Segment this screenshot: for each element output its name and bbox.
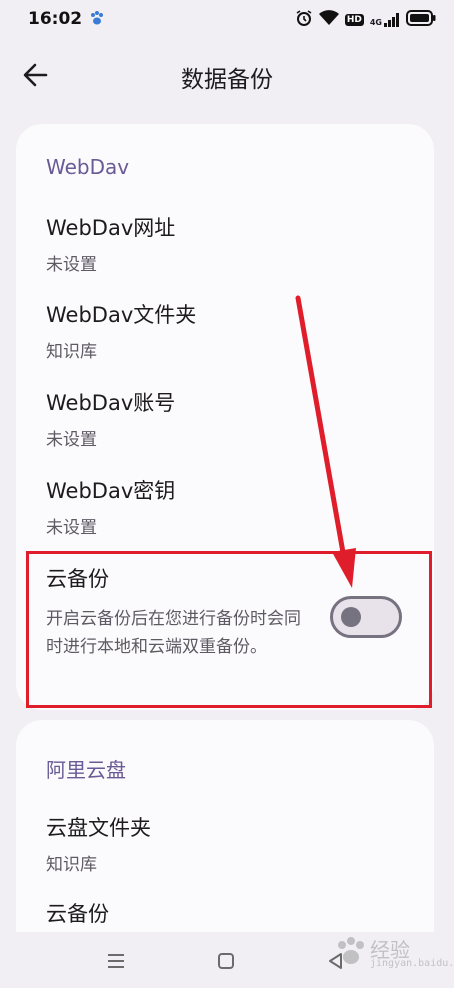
setting-title: WebDav网址 <box>46 216 176 240</box>
setting-webdav-account[interactable]: WebDav账号 未设置 <box>16 387 434 457</box>
menu-icon <box>108 954 124 968</box>
setting-value: 未设置 <box>46 518 97 538</box>
baidu-paw-watermark-icon <box>338 937 364 964</box>
wifi-icon <box>318 10 339 30</box>
top-app-bar: 数据备份 <box>0 40 454 112</box>
signal-4g-icon: 4G <box>370 13 400 27</box>
annotation-highlight-box <box>26 551 432 708</box>
section-header-aliyun: 阿里云盘 <box>46 758 126 782</box>
watermark-url: jingyan.baidu.com <box>370 958 454 969</box>
baidu-paw-icon <box>89 10 105 26</box>
setting-title: 云备份 <box>46 902 109 926</box>
setting-value: 知识库 <box>46 342 97 362</box>
status-time: 16:02 <box>28 9 83 29</box>
setting-title: WebDav账号 <box>46 391 176 415</box>
menu-button[interactable] <box>103 948 129 974</box>
alarm-icon <box>295 9 313 31</box>
setting-webdav-folder[interactable]: WebDav文件夹 知识库 <box>16 299 434 369</box>
section-header-webdav: WebDav <box>46 155 130 179</box>
setting-webdav-key[interactable]: WebDav密钥 未设置 <box>16 475 434 545</box>
watermark: 经验 jingyan.baidu.com <box>332 928 454 978</box>
setting-cloud-folder[interactable]: 云盘文件夹 知识库 <box>16 812 434 882</box>
setting-title: 云盘文件夹 <box>46 816 151 840</box>
page-title: 数据备份 <box>181 67 273 93</box>
home-button[interactable] <box>213 948 239 974</box>
setting-value: 未设置 <box>46 430 97 450</box>
setting-title: WebDav文件夹 <box>46 303 197 327</box>
setting-title: WebDav密钥 <box>46 479 176 503</box>
setting-value: 知识库 <box>46 855 97 875</box>
home-icon <box>218 953 234 969</box>
setting-value: 未设置 <box>46 255 97 275</box>
battery-icon <box>406 10 436 30</box>
status-bar: 16:02 HD 4G <box>0 0 454 40</box>
setting-webdav-url[interactable]: WebDav网址 未设置 <box>16 212 434 282</box>
hd-icon: HD <box>344 14 364 26</box>
network-label: 4G <box>369 18 382 27</box>
